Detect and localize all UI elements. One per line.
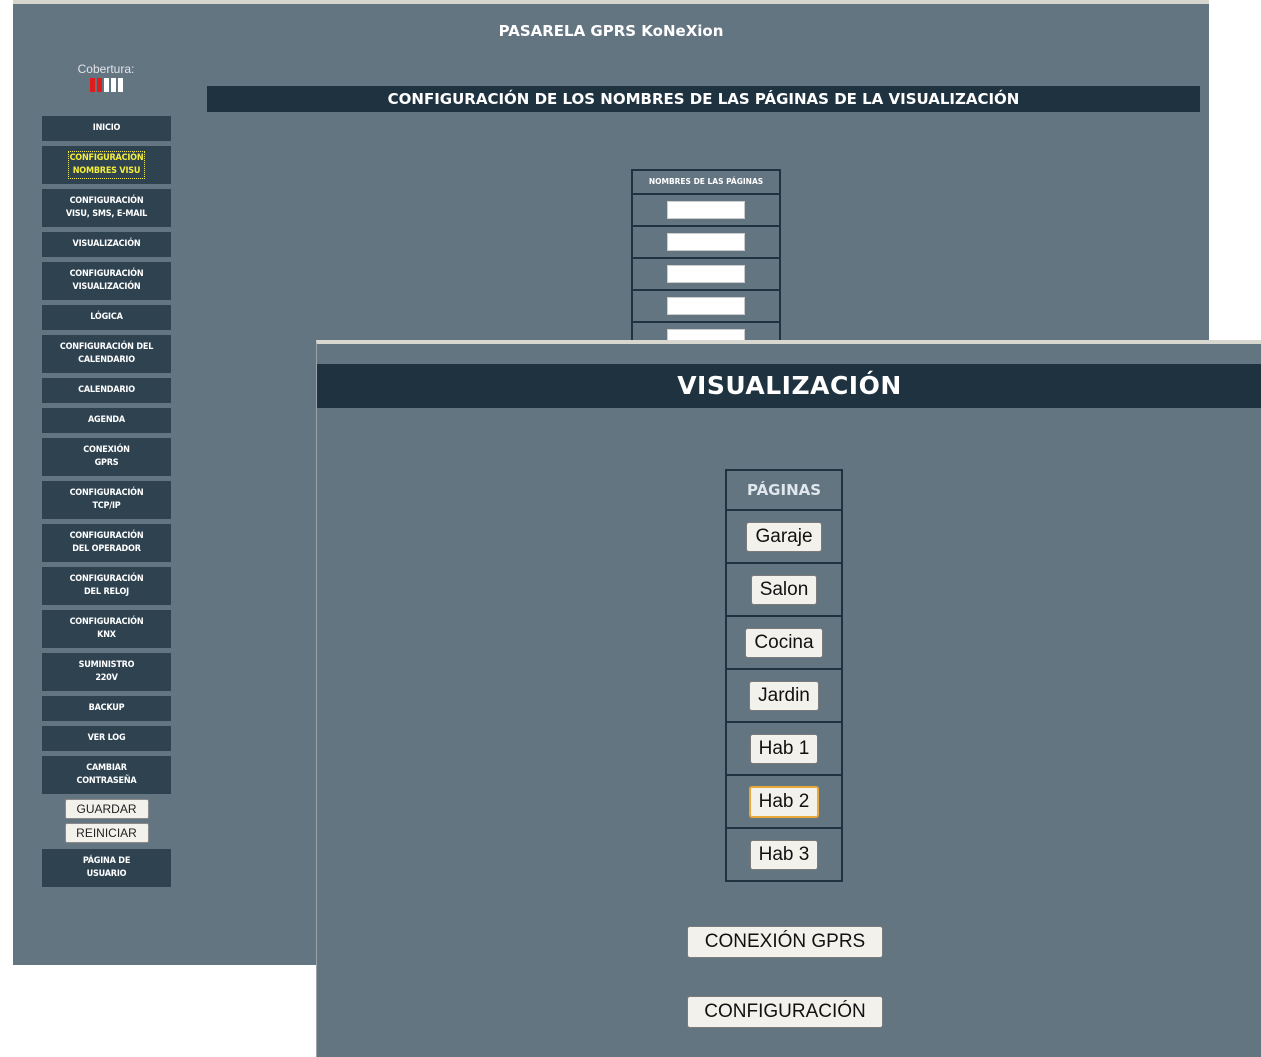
- sidebar-item-label: CALENDARIO: [78, 385, 135, 395]
- page-row: Garaje: [727, 511, 841, 564]
- sidebar-item[interactable]: CONFIGURACIÓN VISU, SMS, E-MAIL: [42, 189, 171, 227]
- gprs-connection-button[interactable]: CONEXIÓN GPRS: [687, 926, 883, 958]
- page-button[interactable]: Hab 3: [749, 839, 819, 870]
- sidebar-item-label: CONFIGURACIÓN VISU, SMS, E-MAIL: [65, 196, 148, 219]
- sidebar-item[interactable]: CONFIGURACIÓN KNX: [42, 610, 171, 648]
- page-names-table: NOMBRES DE LAS PÁGINAS: [631, 169, 781, 355]
- sidebar-item[interactable]: LÓGICA: [42, 305, 171, 330]
- sidebar-item[interactable]: CAMBIAR CONTRASEÑA: [42, 756, 171, 794]
- sidebar-item[interactable]: CALENDARIO: [42, 378, 171, 403]
- page-button[interactable]: Hab 1: [749, 733, 819, 764]
- sidebar-item-label: BACKUP: [88, 703, 125, 713]
- sidebar-item-label: VISUALIZACIÓN: [72, 239, 141, 249]
- page-row: Hab 3: [727, 829, 841, 880]
- sidebar-item-label: CONFIGURACIÓN NOMBRES VISU: [67, 151, 146, 179]
- config-page-title: CONFIGURACIÓN DE LOS NOMBRES DE LAS PÁGI…: [207, 86, 1200, 112]
- app-title: PASARELA GPRS KoNeXion: [498, 22, 724, 40]
- page-name-row: [633, 195, 779, 227]
- visualization-window: VISUALIZACIÓN PÁGINAS Garaje Salon Cocina J…: [316, 340, 1261, 1057]
- page-name-input[interactable]: [667, 233, 745, 251]
- signal-bar: [89, 78, 95, 92]
- sidebar-item-label: CONEXIÓN GPRS: [83, 445, 130, 468]
- page-name-input[interactable]: [667, 265, 745, 283]
- page-button[interactable]: Garaje: [746, 521, 822, 552]
- sidebar-item[interactable]: CONEXIÓN GPRS: [42, 438, 171, 476]
- sidebar-item[interactable]: CONFIGURACIÓN DEL RELOJ: [42, 567, 171, 605]
- configuration-button[interactable]: CONFIGURACIÓN: [687, 996, 883, 1028]
- sidebar-item[interactable]: CONFIGURACIÓN DEL CALENDARIO: [42, 335, 171, 373]
- sidebar-item[interactable]: VER LOG: [42, 726, 171, 751]
- coverage-label: Cobertura:: [77, 62, 135, 76]
- signal-bar: [96, 78, 102, 92]
- sidebar-item-label: LÓGICA: [90, 312, 123, 322]
- sidebar-item-label: CONFIGURACIÓN DEL RELOJ: [69, 574, 144, 597]
- save-button[interactable]: GUARDAR: [64, 799, 149, 819]
- sidebar-item[interactable]: CONFIGURACIÓN DEL OPERADOR: [42, 524, 171, 562]
- page-row: Jardin: [727, 670, 841, 723]
- page-row: Cocina: [727, 617, 841, 670]
- sidebar-item[interactable]: SUMINISTRO 220V: [42, 653, 171, 691]
- sidebar-item-label: CONFIGURACIÓN DEL CALENDARIO: [59, 342, 154, 365]
- sidebar-item[interactable]: AGENDA: [42, 408, 171, 433]
- page-button[interactable]: Jardin: [749, 680, 819, 711]
- sidebar-item[interactable]: CONFIGURACIÓN TCP/IP: [42, 481, 171, 519]
- sidebar-item[interactable]: CONFIGURACIÓN VISUALIZACIÓN: [42, 262, 171, 300]
- page-button[interactable]: Cocina: [745, 627, 823, 658]
- visualization-title: VISUALIZACIÓN: [317, 364, 1261, 408]
- signal-bar: [117, 78, 123, 92]
- sidebar-item-label: INICIO: [92, 123, 121, 133]
- sidebar-item[interactable]: INICIO: [42, 116, 171, 141]
- pages-header: PÁGINAS: [727, 471, 841, 511]
- sidebar-item[interactable]: BACKUP: [42, 696, 171, 721]
- sidebar-item-label: CONFIGURACIÓN DEL OPERADOR: [69, 531, 144, 554]
- page-name-input[interactable]: [667, 201, 745, 219]
- restart-button[interactable]: REINICIAR: [64, 823, 149, 843]
- signal-bar: [110, 78, 116, 92]
- page-row: Hab 2: [727, 776, 841, 829]
- pages-table: PÁGINAS Garaje Salon Cocina Jardin Hab 1 Hab …: [725, 469, 843, 882]
- signal-bars-icon: [41, 78, 171, 92]
- signal-bar: [103, 78, 109, 92]
- page-name-input[interactable]: [667, 297, 745, 315]
- coverage-indicator: Cobertura:: [41, 62, 171, 92]
- user-page-label: PÁGINA DE USUARIO: [82, 856, 131, 879]
- page-row: Hab 1: [727, 723, 841, 776]
- sidebar-item-label: CONFIGURACIÓN VISUALIZACIÓN: [69, 269, 144, 292]
- page-names-header: NOMBRES DE LAS PÁGINAS: [633, 171, 779, 195]
- page-row: Salon: [727, 564, 841, 617]
- sidebar-nav: INICIO CONFIGURACIÓN NOMBRES VISU CONFIGUR…: [42, 116, 171, 892]
- sidebar-item-label: SUMINISTRO 220V: [78, 660, 135, 683]
- sidebar-item-label: CAMBIAR CONTRASEÑA: [76, 763, 137, 786]
- sidebar-item-label: CONFIGURACIÓN KNX: [69, 617, 144, 640]
- user-page-button[interactable]: PÁGINA DE USUARIO: [42, 849, 171, 887]
- sidebar-item-label: CONFIGURACIÓN TCP/IP: [69, 488, 144, 511]
- page-name-row: [633, 291, 779, 323]
- page-button[interactable]: Hab 2: [748, 785, 820, 818]
- sidebar-item[interactable]: CONFIGURACIÓN NOMBRES VISU: [42, 146, 171, 184]
- sidebar-item-label: AGENDA: [87, 415, 125, 425]
- page-name-row: [633, 259, 779, 291]
- sidebar-item[interactable]: VISUALIZACIÓN: [42, 232, 171, 257]
- page-button[interactable]: Salon: [750, 574, 818, 605]
- page-name-row: [633, 227, 779, 259]
- sidebar-item-label: VER LOG: [87, 733, 126, 743]
